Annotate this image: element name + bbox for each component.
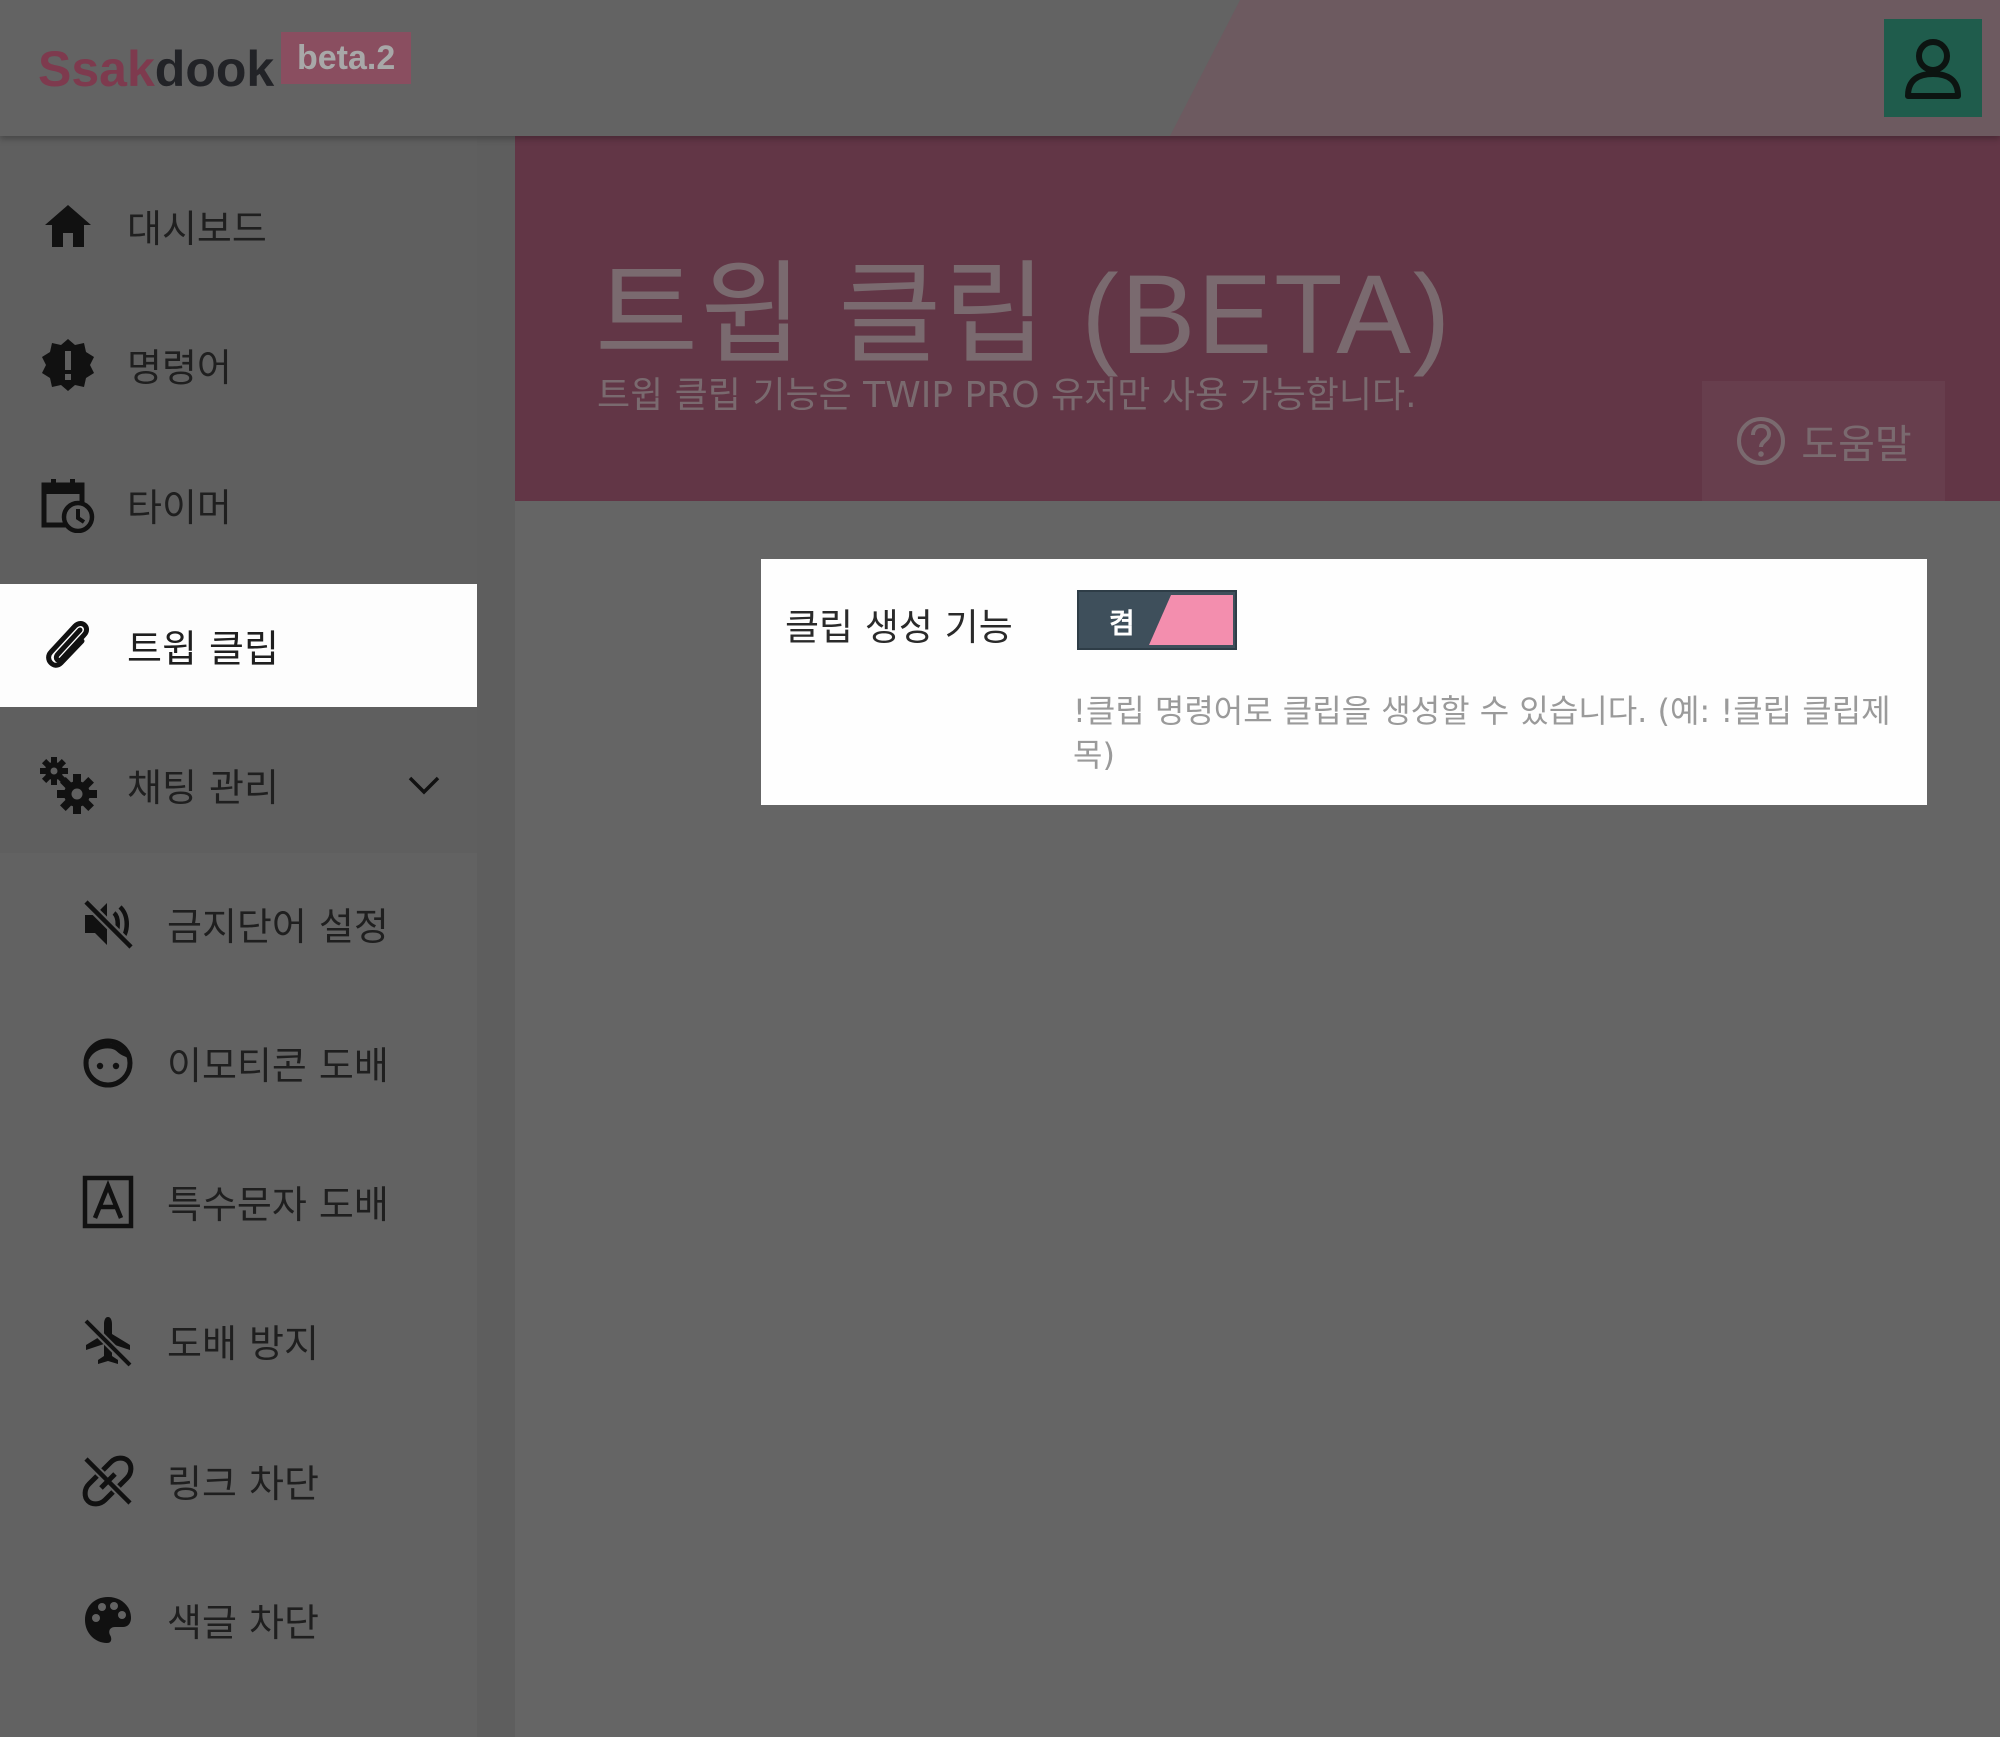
clip-creation-toggle[interactable]: 켬 (1077, 590, 1237, 650)
app-logo[interactable]: Ssakdook (38, 40, 274, 98)
sidebar-item-link-block[interactable]: 링크 차단 (0, 1419, 477, 1542)
page-subtitle: 트윕 클립 기능은 TWIP PRO 유저만 사용 가능합니다. (597, 375, 1417, 416)
clip-creation-description: !클립 명령어로 클립을 생성할 수 있습니다. (예: !클립 클립제목) (1073, 692, 1891, 774)
sidebar-item-label: 대시보드 (127, 207, 267, 251)
face-icon (78, 1033, 138, 1093)
version-badge: beta.2 (281, 32, 412, 84)
airplane-off-icon (78, 1311, 138, 1371)
link-off-icon (78, 1451, 138, 1511)
sidebar-item-emoticon-spam[interactable]: 이모티콘 도배 (0, 1001, 477, 1124)
letter-a-box-icon (78, 1172, 138, 1232)
volume-off-icon (78, 894, 138, 954)
sidebar-item-label: 링크 차단 (167, 1462, 319, 1506)
help-button[interactable]: 도움말 (1702, 381, 1945, 501)
sidebar-divider (477, 136, 515, 1737)
logo-part-1: Ssak (38, 41, 155, 97)
palette-icon (78, 1590, 138, 1650)
page-title: 트윕 클립 (BETA) (595, 252, 1453, 377)
logo-part-2: dook (154, 41, 275, 97)
sidebar-item-banned-words[interactable]: 금지단어 설정 (0, 862, 477, 985)
sidebar-item-flood-prevention[interactable]: 도배 방지 (0, 1279, 477, 1402)
sidebar-item-label: 금지단어 설정 (167, 905, 389, 949)
sidebar-item-label: 타이머 (127, 486, 232, 530)
user-icon (1905, 39, 1961, 99)
clip-creation-label: 클립 생성 기능 (785, 606, 1013, 649)
help-button-label: 도움말 (1801, 422, 1912, 468)
sidebar-item-label: 채팅 관리 (127, 766, 279, 810)
chevron-down-icon[interactable] (404, 765, 444, 805)
sidebar-item-timer[interactable]: 타이머 (0, 443, 477, 566)
sidebar-item-commands[interactable]: 명령어 (0, 303, 477, 426)
paperclip-icon (38, 616, 98, 676)
sidebar-item-label: 명령어 (127, 346, 232, 390)
sidebar-item-label: 이모티콘 도배 (167, 1044, 389, 1088)
sidebar-item-label: 색글 차단 (167, 1601, 319, 1645)
top-bar: Ssakdook beta.2 (0, 0, 2000, 136)
sidebar-item-label: 특수문자 도배 (167, 1183, 389, 1227)
alert-badge-icon (38, 335, 98, 395)
calendar-clock-icon (38, 475, 98, 535)
toggle-state-text: 켬 (1109, 607, 1135, 640)
sidebar-item-special-char-spam[interactable]: 특수문자 도배 (0, 1140, 477, 1263)
toggle-knob (1149, 595, 1233, 645)
sidebar-item-twip-clip[interactable]: 트윕 클립 (0, 584, 477, 707)
header-accent (1170, 0, 2000, 136)
user-menu-button[interactable] (1884, 19, 1982, 117)
sidebar-item-label: 트윕 클립 (127, 627, 279, 671)
page-header-banner: 트윕 클립 (BETA) 트윕 클립 기능은 TWIP PRO 유저만 사용 가… (515, 136, 2000, 501)
sidebar-item-label: 도배 방지 (167, 1322, 319, 1366)
help-circle-icon (1737, 417, 1786, 465)
sidebar-item-dashboard[interactable]: 대시보드 (0, 164, 477, 287)
sidebar-item-chat-management[interactable]: 채팅 관리 (0, 723, 477, 846)
gears-icon (38, 755, 98, 815)
sidebar-item-color-text-block[interactable]: 색글 차단 (0, 1558, 477, 1681)
home-icon (38, 196, 98, 256)
clip-settings-card: 클립 생성 기능 켬 !클립 명령어로 클립을 생성할 수 있습니다. (예: … (761, 559, 1927, 805)
